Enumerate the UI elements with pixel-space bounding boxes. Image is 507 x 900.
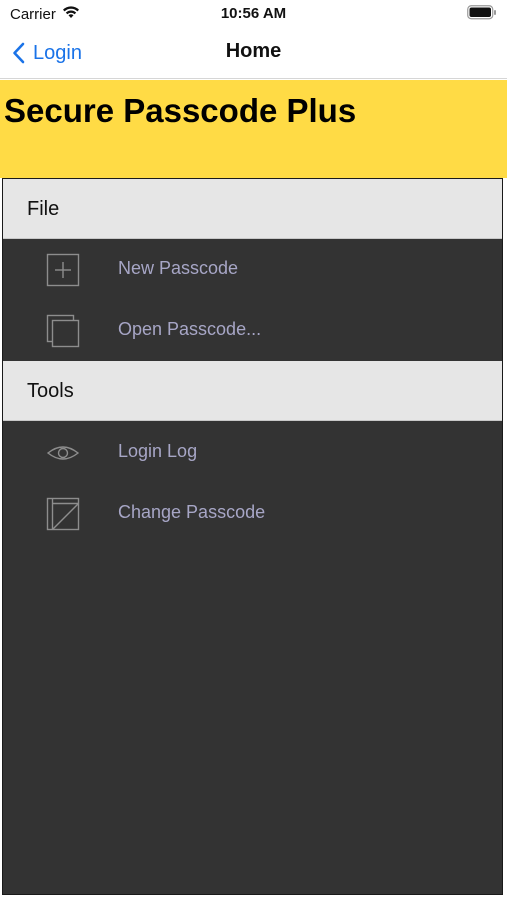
app-title: Secure Passcode Plus [4,92,357,129]
status-bar: Carrier 10:56 AM [0,0,507,28]
eye-icon [46,436,80,470]
edit-square-icon [46,497,80,531]
menu-item-label: New Passcode [118,258,239,278]
battery-icon [467,5,497,25]
menu-item-label: Open Passcode... [118,319,262,339]
menu-item-new-passcode[interactable]: New Passcode [3,239,502,300]
plus-square-icon [46,253,80,287]
screen: Carrier 10:56 AM Login Home Secure Passc… [0,0,507,900]
menu-item-label: Login Log [118,441,198,461]
menu-item-change-passcode[interactable]: Change Passcode [3,483,502,544]
menu-item-login-log[interactable]: Login Log [3,422,502,483]
status-time: 10:56 AM [220,5,287,22]
navigation-bar: Login Home [0,28,507,79]
section-header-tools: Tools [3,361,502,421]
section-header-file: File [3,179,502,239]
stacked-squares-icon [46,314,80,348]
menu-item-label: Change Passcode [118,502,266,522]
section-header-label: File [27,198,60,220]
menu-panel: File New Passcode Open Passcode... Tools… [2,178,503,895]
section-header-label: Tools [27,380,74,402]
nav-title: Home [225,40,282,62]
menu-item-open-passcode[interactable]: Open Passcode... [3,300,502,361]
